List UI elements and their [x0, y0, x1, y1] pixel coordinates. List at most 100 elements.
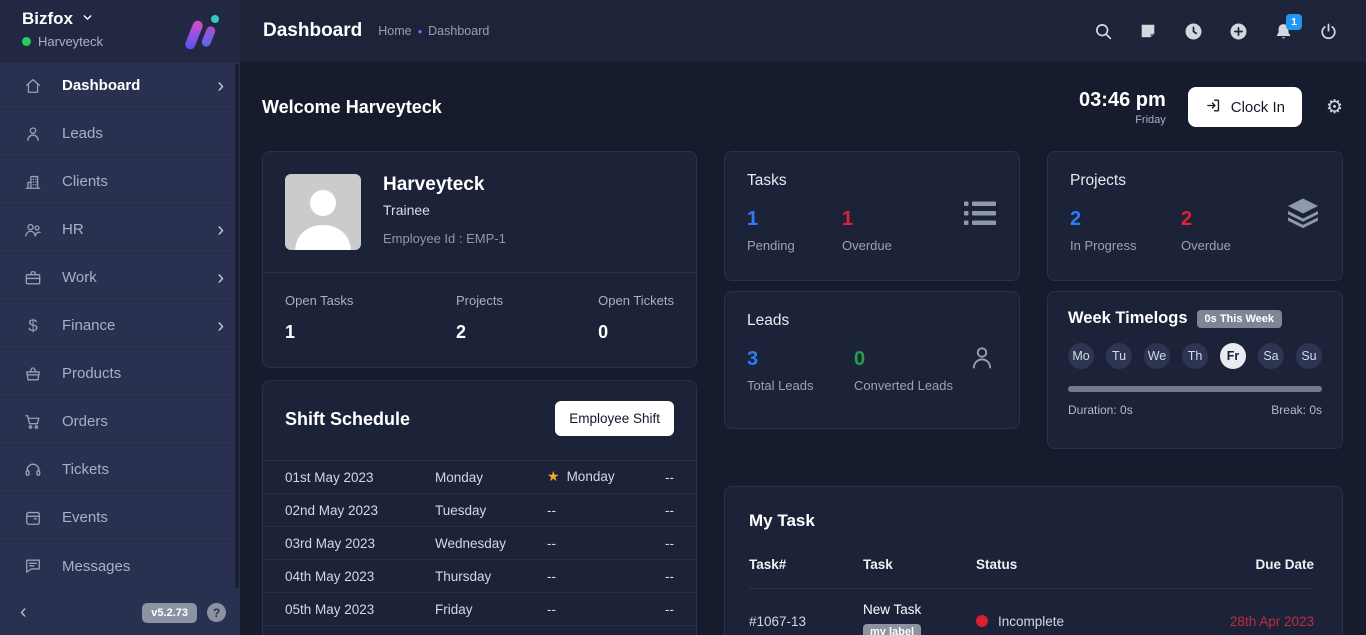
- brand-menu[interactable]: Bizfox: [22, 9, 103, 29]
- sidebar-item-label: Products: [62, 365, 121, 382]
- my-task-header-row: Task# Task Status Due Date: [749, 557, 1314, 588]
- weekday-selector: Mo Tu We Th Fr Sa Su: [1068, 343, 1322, 369]
- sidebar-item-work[interactable]: Work ›: [0, 254, 240, 302]
- projects-title: Projects: [1070, 172, 1320, 190]
- breadcrumb-separator: •: [418, 24, 423, 39]
- shift-row: 03rd May 2023Wednesday ----: [263, 526, 696, 559]
- sidebar-item-label: HR: [62, 221, 84, 238]
- sidebar-item-products[interactable]: Products: [0, 350, 240, 398]
- my-task-title: My Task: [749, 511, 1314, 531]
- shift-row: 01st May 2023 Monday ★Monday --: [263, 460, 696, 493]
- breadcrumb-home[interactable]: Home: [378, 24, 411, 38]
- shift-row: 04th May 2023Thursday ----: [263, 559, 696, 592]
- sidebar-nav: Dashboard › Leads Clients HR ›: [0, 62, 240, 590]
- brand-name: Bizfox: [22, 9, 73, 29]
- building-icon: [22, 171, 44, 193]
- collapse-sidebar-button[interactable]: ‹: [20, 601, 27, 624]
- page-title: Dashboard: [263, 20, 362, 42]
- person-outline-icon: [967, 343, 997, 378]
- leads-total-stat: 3 Total Leads: [747, 348, 854, 393]
- breadcrumb: Home • Dashboard: [378, 24, 489, 39]
- plus-icon[interactable]: [1228, 21, 1248, 41]
- sidebar-item-label: Dashboard: [62, 77, 140, 94]
- day-mo[interactable]: Mo: [1068, 343, 1094, 369]
- clock-in-button[interactable]: Clock In: [1188, 87, 1302, 127]
- profile-employee-id: Employee Id : EMP-1: [383, 231, 506, 246]
- my-task-card: My Task Task# Task Status Due Date #1067…: [724, 486, 1343, 635]
- shift-schedule-title: Shift Schedule: [285, 409, 410, 430]
- briefcase-icon: [22, 267, 44, 289]
- app-root: Bizfox Harveyteck Dashboard: [0, 0, 1366, 635]
- tasks-overdue-stat: 1 Overdue: [842, 208, 937, 253]
- shift-row: 05th May 2023Friday ----: [263, 592, 696, 625]
- people-icon: [22, 219, 44, 241]
- status-text: Incomplete: [998, 614, 1064, 629]
- day-su[interactable]: Su: [1296, 343, 1322, 369]
- chevron-right-icon: ›: [217, 268, 224, 288]
- sidebar-item-events[interactable]: Events: [0, 494, 240, 542]
- chevron-right-icon: ›: [217, 316, 224, 336]
- projects-inprogress-stat: 2 In Progress: [1070, 208, 1181, 253]
- leads-card: Leads 3 Total Leads 0 Converted Leads: [724, 291, 1020, 429]
- person-icon: [22, 123, 44, 145]
- sidebar-item-leads[interactable]: Leads: [0, 110, 240, 158]
- basket-icon: [22, 363, 44, 385]
- sidebar-item-orders[interactable]: Orders: [0, 398, 240, 446]
- sidebar-item-dashboard[interactable]: Dashboard ›: [0, 62, 240, 110]
- welcome-title: Welcome Harveyteck: [262, 97, 442, 118]
- welcome-row: Welcome Harveyteck 03:46 pm Friday Clock…: [262, 87, 1343, 127]
- headset-icon: [22, 459, 44, 481]
- user-name: Harveyteck: [38, 34, 103, 49]
- gear-icon[interactable]: ⚙: [1326, 96, 1343, 118]
- sidebar-item-messages[interactable]: Messages: [0, 542, 240, 590]
- bizfox-logo: [182, 11, 224, 57]
- sidebar-scrollbar[interactable]: [235, 64, 239, 588]
- clock-icon[interactable]: [1183, 21, 1203, 41]
- stat-open-tasks: Open Tasks 1: [285, 293, 415, 343]
- employee-shift-button[interactable]: Employee Shift: [555, 401, 674, 436]
- tasks-title: Tasks: [747, 172, 997, 190]
- search-icon[interactable]: [1093, 21, 1113, 41]
- shift-schedule-card: Shift Schedule Employee Shift 01st May 2…: [262, 380, 697, 635]
- duration-label: Duration: 0s: [1068, 403, 1133, 417]
- profile-card: Harveyteck Trainee Employee Id : EMP-1 O…: [262, 151, 697, 368]
- sidebar-item-hr[interactable]: HR ›: [0, 206, 240, 254]
- home-icon: [22, 75, 44, 97]
- table-row[interactable]: #1067-13 New Task my label Incomplete 28…: [749, 588, 1314, 635]
- sidebar-item-label: Messages: [62, 558, 130, 575]
- day-sa[interactable]: Sa: [1258, 343, 1284, 369]
- dollar-icon: $: [22, 315, 44, 337]
- sidebar-header: Bizfox Harveyteck: [0, 0, 240, 62]
- leads-converted-stat: 0 Converted Leads: [854, 348, 953, 393]
- sidebar-item-label: Work: [62, 269, 97, 286]
- status-cell: Incomplete: [976, 614, 1194, 629]
- current-time: 03:46 pm Friday: [1079, 89, 1166, 126]
- cart-icon: [22, 411, 44, 433]
- bell-icon[interactable]: 1: [1273, 21, 1293, 41]
- tasks-card: Tasks 1 Pending 1 Overdue: [724, 151, 1020, 281]
- day-th[interactable]: Th: [1182, 343, 1208, 369]
- notes-icon[interactable]: [1138, 21, 1158, 41]
- day-tu[interactable]: Tu: [1106, 343, 1132, 369]
- sidebar-item-label: Orders: [62, 413, 108, 430]
- chevron-right-icon: ›: [217, 76, 224, 96]
- topbar: Dashboard Home • Dashboard: [240, 0, 1366, 62]
- layers-icon: [1286, 198, 1320, 235]
- sidebar: Bizfox Harveyteck Dashboard: [0, 0, 240, 635]
- chevron-down-icon: [81, 9, 94, 29]
- week-timelogs-card: Week Timelogs 0s This Week Mo Tu We Th F…: [1047, 291, 1343, 449]
- sidebar-item-tickets[interactable]: Tickets: [0, 446, 240, 494]
- sidebar-item-label: Clients: [62, 173, 108, 190]
- day-fr[interactable]: Fr: [1220, 343, 1246, 369]
- help-icon[interactable]: ?: [207, 603, 226, 622]
- stat-projects: Projects 2: [415, 293, 545, 343]
- sidebar-item-finance[interactable]: $ Finance ›: [0, 302, 240, 350]
- power-icon[interactable]: [1318, 21, 1338, 41]
- clock-in-label: Clock In: [1231, 99, 1285, 116]
- notification-badge: 1: [1286, 14, 1302, 30]
- sidebar-item-clients[interactable]: Clients: [0, 158, 240, 206]
- star-icon: ★: [547, 469, 560, 485]
- profile-name: Harveyteck: [383, 174, 506, 196]
- day-we[interactable]: We: [1144, 343, 1170, 369]
- avatar: [285, 174, 361, 250]
